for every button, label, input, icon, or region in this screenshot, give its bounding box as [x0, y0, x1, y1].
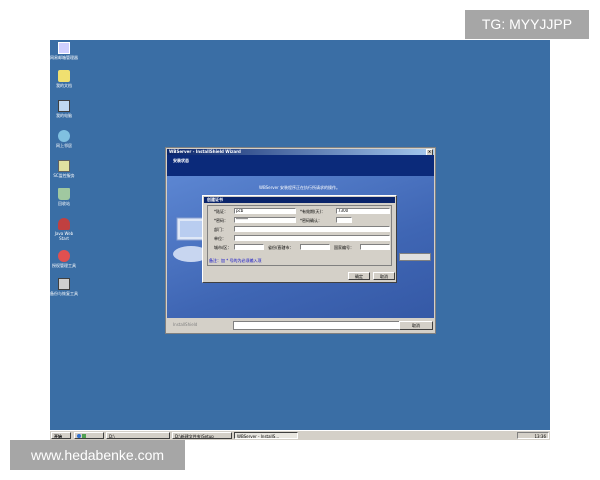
password-confirm-label: *密码确认： — [300, 218, 322, 223]
taskbar-button-1[interactable]: D:\ — [106, 432, 170, 439]
dept-input[interactable] — [234, 226, 390, 232]
ok-button[interactable]: 确定 — [348, 272, 370, 280]
desktop-icon-label: 授权管理工具 — [52, 263, 76, 268]
desktop-icon-9[interactable]: 备份与恢复工具 — [50, 278, 78, 296]
installer-progress-bar — [233, 321, 401, 330]
installer-side-panel — [399, 253, 431, 261]
installer-title: WBServer - InstallShield Wizard — [169, 149, 241, 154]
computer-icon — [58, 100, 70, 112]
desktop-icon-label: 网上邻居 — [56, 143, 72, 148]
start-button[interactable]: 开始 — [51, 432, 71, 439]
validity-label: *有效期(天)： — [300, 209, 326, 214]
installer-cancel-button[interactable]: 取消 — [399, 321, 433, 330]
recycle-bin-icon — [58, 188, 70, 200]
desktop-icon-label: 回收站 — [58, 201, 70, 206]
quick-launch[interactable] — [74, 432, 104, 439]
dept-label: 部门： — [214, 227, 226, 232]
clock[interactable]: 13:36 — [534, 434, 546, 439]
create-certificate-dialog: 创建证书 *陆证： pcb *有效期(天)： 7300 *密码： ****** … — [202, 195, 397, 283]
desktop-icon-8[interactable]: 授权管理工具 — [50, 250, 78, 268]
network-icon — [58, 130, 70, 142]
desktop-icon-6[interactable]: 回收站 — [50, 188, 78, 206]
java-icon — [58, 218, 70, 230]
dialog-form: *陆证： pcb *有效期(天)： 7300 *密码： ****** *密码确认… — [207, 205, 392, 266]
ie-icon — [77, 434, 81, 438]
desktop-icon-4[interactable]: 网上邻居 — [50, 130, 78, 148]
license-tool-icon — [58, 250, 70, 262]
desktop-icon-label: SC监控服务 — [53, 173, 75, 178]
desktop-icon-1[interactable]: 网易邮箱管理器 — [50, 42, 78, 60]
dialog-titlebar[interactable]: 创建证书 — [204, 197, 395, 203]
service-monitor-icon — [58, 160, 70, 172]
cn-label: *陆证： — [214, 209, 228, 214]
cancel-button[interactable]: 取消 — [373, 272, 395, 280]
desktop-icon-label: 我的电脑 — [56, 113, 72, 118]
installer-footer: InstallShield 取消 — [167, 318, 434, 333]
installshield-label: InstallShield — [173, 322, 198, 327]
taskbar: 开始 D:\ D:\新建文件夹\Setup WBServer - Install… — [50, 430, 550, 440]
password-label: *密码： — [214, 218, 228, 223]
validity-input[interactable]: 7300 — [336, 208, 390, 214]
start-label: 开始 — [54, 434, 62, 439]
password-confirm-input[interactable] — [336, 217, 352, 223]
password-input[interactable]: ****** — [234, 217, 296, 223]
desktop-icon-label: Java Web Start — [54, 231, 74, 241]
installer-header: 安装状态 — [167, 155, 434, 176]
cn-input[interactable]: pcb — [234, 208, 296, 214]
unit-label: 单位： — [214, 236, 226, 241]
unit-input[interactable] — [234, 235, 390, 241]
city-input[interactable] — [234, 244, 264, 250]
desktop-shortcut-icon — [82, 434, 87, 438]
country-label: 国家编号： — [334, 245, 354, 250]
taskbar-button-2[interactable]: D:\新建文件夹\Setup — [172, 432, 232, 439]
desktop-icon-5[interactable]: SC监控服务 — [50, 160, 78, 178]
desktop-icon-3[interactable]: 我的电脑 — [50, 100, 78, 118]
watermark-top: TG: MYYJJPP — [465, 10, 589, 39]
province-input[interactable] — [300, 244, 330, 250]
desktop-icon-label: 网易邮箱管理器 — [50, 55, 78, 60]
mail-manager-icon — [58, 42, 70, 54]
province-label: 省份/直辖市： — [268, 245, 294, 250]
desktop-icon-2[interactable]: 我的文档 — [50, 70, 78, 88]
desktop-icon-7[interactable]: Java Web Start — [50, 218, 78, 241]
installer-header-title: 安装状态 — [173, 158, 189, 163]
taskbar-button-3[interactable]: WBServer - InstallS... — [234, 432, 298, 439]
desktop-icon-label: 备份与恢复工具 — [50, 291, 78, 296]
city-label: 城市/区： — [214, 245, 232, 250]
system-tray: 13:36 — [517, 432, 549, 439]
dialog-title: 创建证书 — [207, 197, 223, 202]
required-fields-note: 备注：加 * 号的为必须输入项 — [209, 258, 262, 263]
country-input[interactable] — [360, 244, 390, 250]
watermark-bottom: www.hedabenke.com — [10, 440, 185, 470]
backup-tool-icon — [58, 278, 70, 290]
desktop-icon-label: 我的文档 — [56, 83, 72, 88]
folder-icon — [58, 70, 70, 82]
installer-message: WBServer 安装程序正在执行所请求的操作。 — [259, 185, 341, 190]
